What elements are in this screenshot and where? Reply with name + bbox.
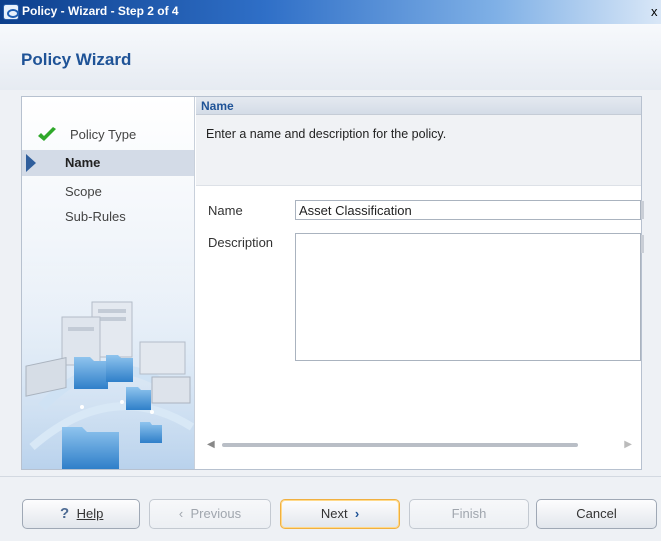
scroll-edge-indicator <box>641 235 644 253</box>
wizard-title: Policy Wizard <box>21 50 132 69</box>
help-button[interactable]: ? Help <box>22 499 140 529</box>
scroll-edge-indicator <box>641 201 644 219</box>
section-title: Name <box>201 99 234 113</box>
help-label: Help <box>76 506 104 521</box>
help-icon: ? <box>60 505 70 522</box>
current-step-arrow-icon <box>26 154 36 172</box>
finish-label: Finish <box>451 506 487 521</box>
step-scope[interactable]: Scope <box>22 179 194 205</box>
wizard-header: Policy Wizard <box>0 24 661 90</box>
network-folders-illustration <box>22 257 194 469</box>
chevron-left-icon: ‹ <box>178 506 184 521</box>
step-label: Sub-Rules <box>65 209 126 224</box>
scrollbar-thumb[interactable] <box>222 443 578 447</box>
description-field[interactable] <box>295 233 641 361</box>
cancel-button[interactable]: Cancel <box>536 499 657 529</box>
step-name[interactable]: Name <box>22 150 194 176</box>
section-header: Name <box>196 97 641 115</box>
instructions-text: Enter a name and description for the pol… <box>206 127 447 141</box>
scroll-right-arrow-icon[interactable]: ▶ <box>624 439 632 450</box>
steps-sidebar: Policy Type Name Scope Sub-Rules <box>22 97 195 469</box>
next-button[interactable]: Next › <box>280 499 400 529</box>
step-sub-rules[interactable]: Sub-Rules <box>22 204 194 230</box>
window-title: Policy - Wizard - Step 2 of 4 <box>22 4 179 18</box>
previous-label: Previous <box>190 506 242 521</box>
finish-button[interactable]: Finish <box>409 499 529 529</box>
step-label: Name <box>65 155 101 170</box>
horizontal-scrollbar[interactable]: ◀ ▶ <box>205 437 640 453</box>
chevron-right-icon: › <box>354 506 360 521</box>
close-icon[interactable]: x <box>651 6 661 18</box>
checkmark-icon <box>38 127 56 141</box>
content-panel: Name Enter a name and description for th… <box>196 97 644 469</box>
app-icon <box>3 4 19 20</box>
wizard-body: Policy Type Name Scope Sub-Rules Name En… <box>21 96 644 470</box>
scroll-left-arrow-icon[interactable]: ◀ <box>207 439 215 450</box>
step-policy-type[interactable]: Policy Type <box>22 122 194 148</box>
instructions-area: Enter a name and description for the pol… <box>196 115 641 186</box>
footer-divider <box>0 476 661 477</box>
previous-button[interactable]: ‹ Previous <box>149 499 271 529</box>
title-bar: Policy - Wizard - Step 2 of 4 x <box>0 0 661 24</box>
policy-wizard-window: Policy - Wizard - Step 2 of 4 x Policy W… <box>0 0 661 541</box>
step-label: Scope <box>65 184 102 199</box>
cancel-label: Cancel <box>576 506 617 521</box>
next-label: Next <box>320 506 348 521</box>
description-label: Description <box>208 235 274 250</box>
name-field[interactable]: Asset Classification <box>295 200 641 220</box>
name-label: Name <box>208 203 243 218</box>
step-label: Policy Type <box>70 127 137 142</box>
